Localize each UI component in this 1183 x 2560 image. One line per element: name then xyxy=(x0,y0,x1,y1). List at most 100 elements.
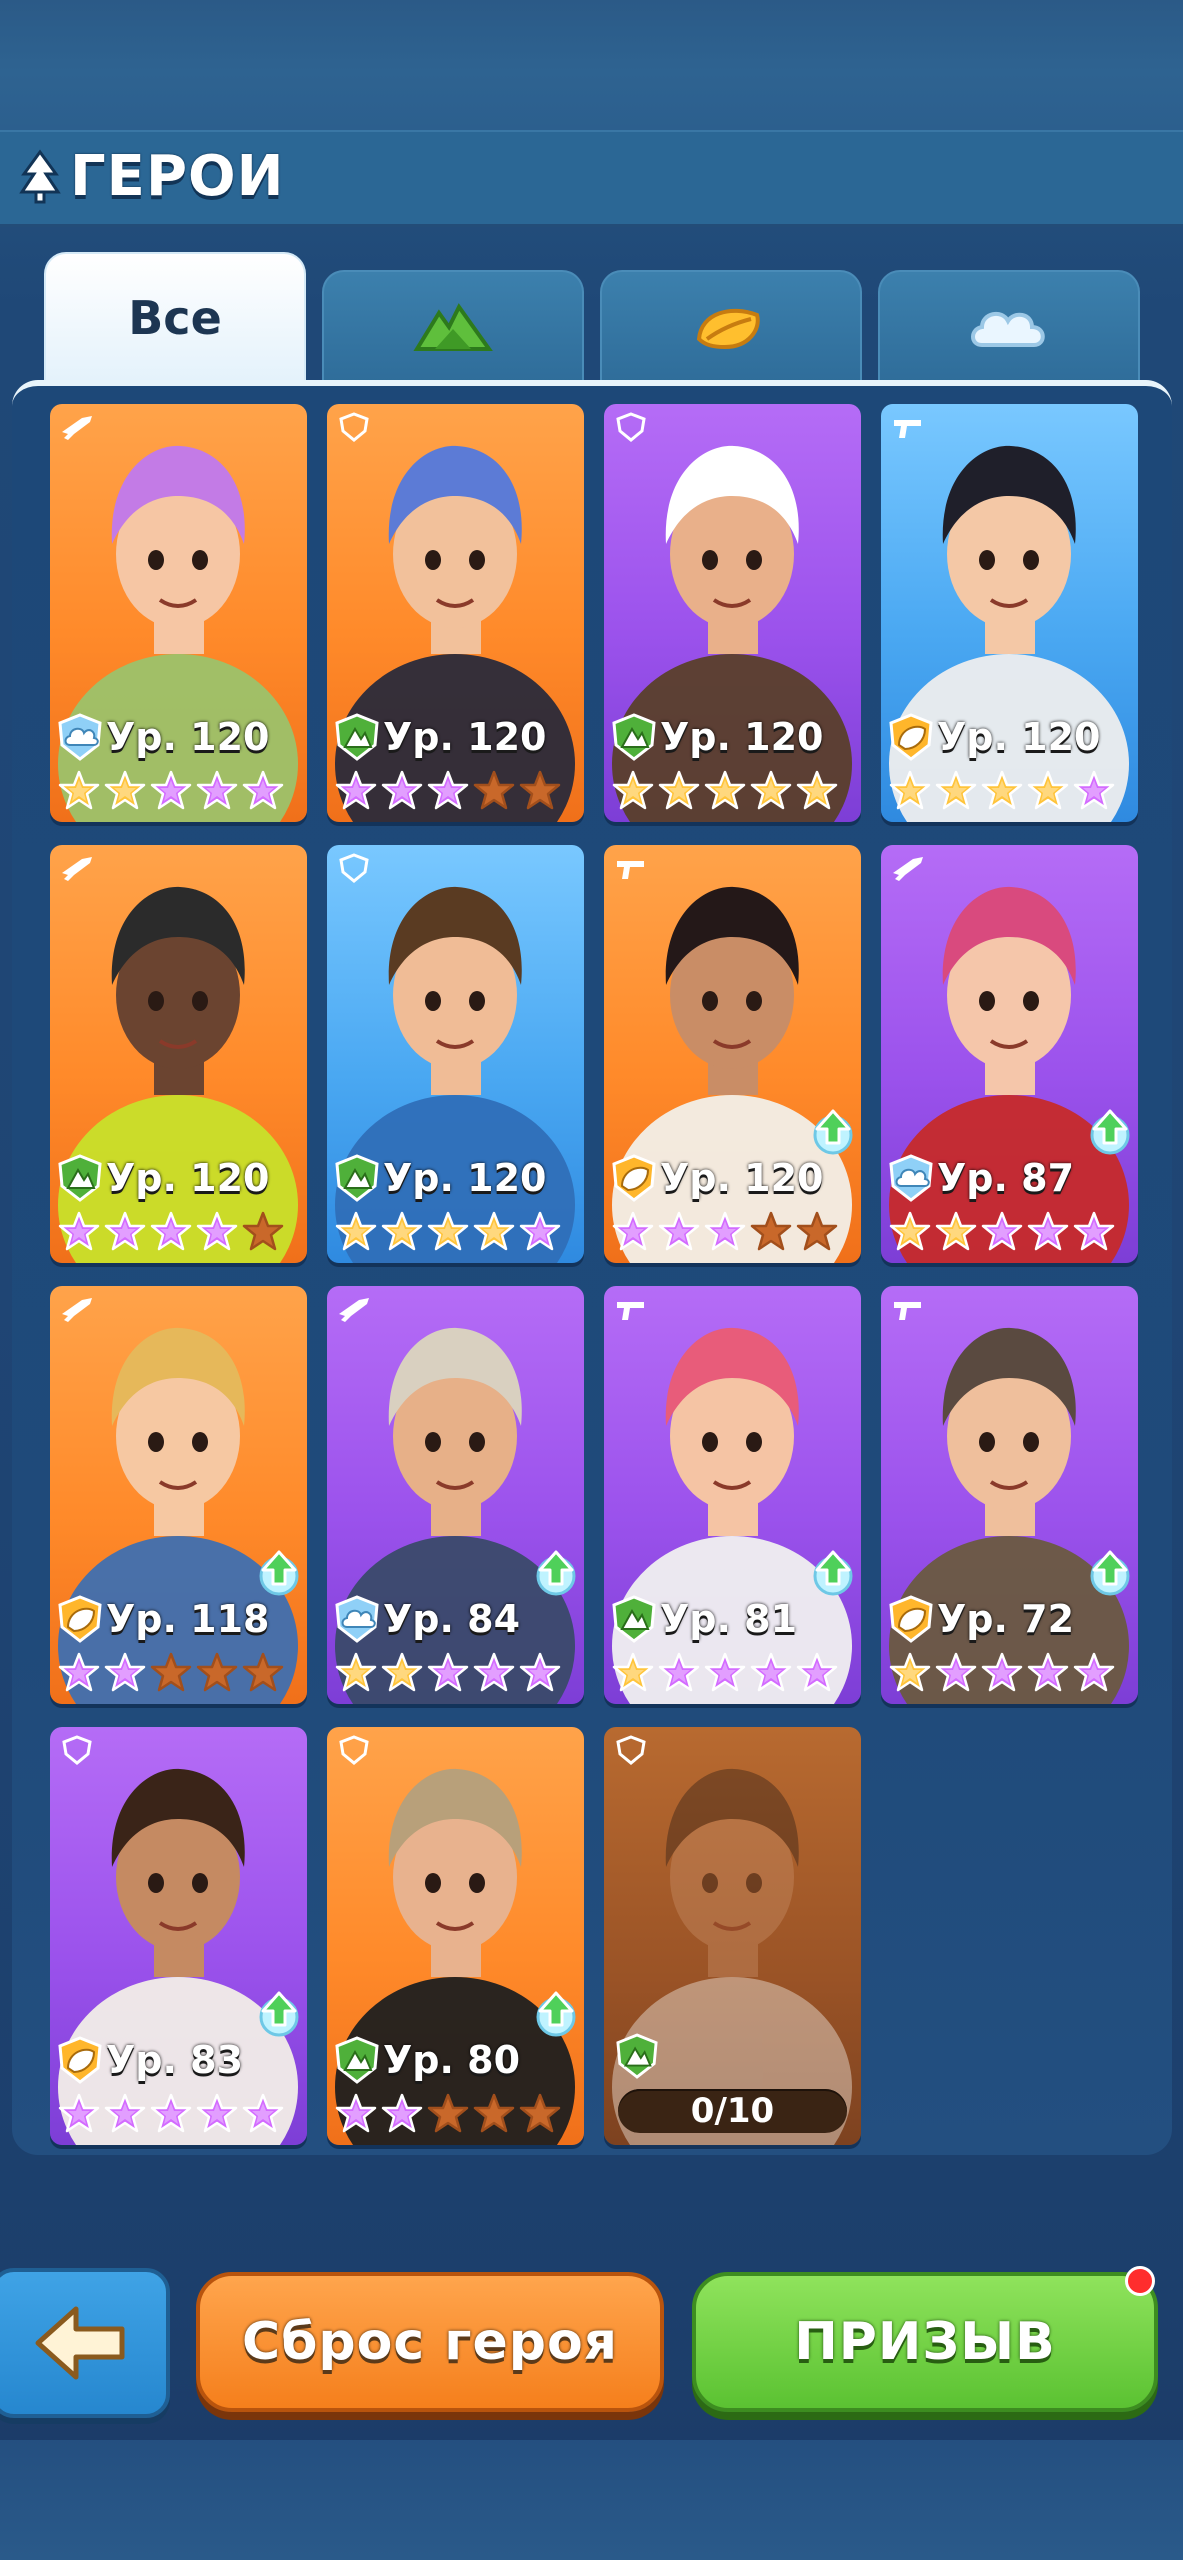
star-icon xyxy=(242,2093,284,2133)
star-icon xyxy=(935,1211,977,1251)
star-icon xyxy=(104,1652,146,1692)
hero-card[interactable]: Ур. 120 xyxy=(50,845,307,1263)
hero-level: Ур. 81 xyxy=(660,1597,798,1641)
star-icon xyxy=(473,1211,515,1251)
hero-card[interactable]: Ур. 87 xyxy=(881,845,1138,1263)
gun-role-icon xyxy=(339,1298,369,1322)
star-empty-icon xyxy=(427,2093,469,2133)
page-title: ГЕРОИ xyxy=(18,140,284,212)
hero-level-row: Ур. 120 xyxy=(612,1151,824,1205)
page-title-text: ГЕРОИ xyxy=(70,143,285,209)
hero-level-row: Ур. 120 xyxy=(889,710,1101,764)
hero-card[interactable]: Ур. 120 xyxy=(881,404,1138,822)
hero-stars xyxy=(335,2093,561,2135)
star-icon xyxy=(1073,1652,1115,1692)
cloud-element-icon xyxy=(889,1154,933,1202)
star-icon xyxy=(519,1211,561,1251)
star-icon xyxy=(104,1211,146,1251)
hero-card[interactable]: Ур. 120 xyxy=(327,845,584,1263)
shield-role-icon xyxy=(616,412,646,442)
reset-hero-button[interactable]: Сброс героя xyxy=(196,2272,664,2412)
star-icon xyxy=(427,770,469,810)
hero-level: Ур. 80 xyxy=(383,2038,521,2082)
star-icon xyxy=(519,1652,561,1692)
leaf-element-icon xyxy=(889,1595,933,1643)
hero-level: Ур. 87 xyxy=(937,1156,1075,1200)
shard-count: 0/10 xyxy=(690,2091,775,2131)
star-icon xyxy=(335,1211,377,1251)
mountain-element-icon xyxy=(335,2036,379,2084)
hero-level-row: Ур. 83 xyxy=(58,2033,243,2087)
hero-card[interactable]: Ур. 83 xyxy=(50,1727,307,2145)
star-icon xyxy=(335,2093,377,2133)
hero-level-row: Ур. 72 xyxy=(889,1592,1074,1646)
tab-mountain[interactable] xyxy=(322,270,584,382)
star-icon xyxy=(704,1652,746,1692)
hero-stars xyxy=(335,1652,561,1694)
hero-portrait xyxy=(604,1727,861,2145)
hero-card[interactable]: Ур. 118 xyxy=(50,1286,307,1704)
arrow-left-icon xyxy=(35,2306,125,2380)
hero-card[interactable]: Ур. 120 xyxy=(604,845,861,1263)
star-icon xyxy=(335,1652,377,1692)
hero-level-row: Ур. 87 xyxy=(889,1151,1074,1205)
star-icon xyxy=(150,1211,192,1251)
mountain-element-icon xyxy=(58,1154,102,1202)
star-icon xyxy=(750,1652,792,1692)
shield-role-icon xyxy=(339,412,369,442)
hero-level: Ур. 118 xyxy=(106,1597,270,1641)
back-button[interactable] xyxy=(0,2268,170,2418)
upgrade-available-icon xyxy=(536,1550,576,1596)
hero-card[interactable]: Ур. 120 xyxy=(604,404,861,822)
hero-level: Ур. 120 xyxy=(383,715,547,759)
hero-level: Ур. 84 xyxy=(383,1597,521,1641)
star-icon xyxy=(796,770,838,810)
star-icon xyxy=(427,1652,469,1692)
hero-stars xyxy=(889,1211,1115,1253)
hero-stars xyxy=(58,770,284,812)
hero-level-row: Ур. 120 xyxy=(612,710,824,764)
hero-stars xyxy=(58,2093,284,2135)
star-icon xyxy=(704,770,746,810)
hero-card[interactable]: Ур. 84 xyxy=(327,1286,584,1704)
tab-all[interactable]: Все xyxy=(44,252,306,382)
star-icon xyxy=(612,1652,654,1692)
hero-level: Ур. 120 xyxy=(383,1156,547,1200)
star-icon xyxy=(658,770,700,810)
hero-level-row: Ур. 80 xyxy=(335,2033,520,2087)
star-icon xyxy=(104,770,146,810)
upgrade-available-icon xyxy=(259,1991,299,2037)
hero-level: Ур. 83 xyxy=(106,2038,244,2082)
cloud-icon xyxy=(971,311,1045,347)
star-icon xyxy=(335,770,377,810)
star-icon xyxy=(58,770,100,810)
tab-leaf[interactable] xyxy=(600,270,862,382)
locked-hero-card[interactable]: 0/10 xyxy=(604,1727,861,2145)
hero-level-row: Ур. 120 xyxy=(58,710,270,764)
gun-role-icon xyxy=(893,857,923,881)
star-icon xyxy=(381,770,423,810)
hero-card[interactable]: Ур. 81 xyxy=(604,1286,861,1704)
pistol-role-icon xyxy=(894,1302,921,1320)
tree-icon xyxy=(19,149,61,204)
summon-button[interactable]: ПРИЗЫВ xyxy=(692,2272,1158,2412)
star-empty-icon xyxy=(242,1652,284,1692)
cloud-element-icon xyxy=(335,1595,379,1643)
hero-level: Ур. 120 xyxy=(106,715,270,759)
star-icon xyxy=(658,1211,700,1251)
upgrade-available-icon xyxy=(259,1550,299,1596)
filter-tabs: Все xyxy=(44,252,1140,382)
star-empty-icon xyxy=(242,1211,284,1251)
tab-cloud[interactable] xyxy=(878,270,1140,382)
star-icon xyxy=(796,1652,838,1692)
star-icon xyxy=(58,1211,100,1251)
star-empty-icon xyxy=(750,1211,792,1251)
hero-card[interactable]: Ур. 120 xyxy=(327,404,584,822)
hero-card[interactable]: Ур. 80 xyxy=(327,1727,584,2145)
star-empty-icon xyxy=(196,1652,238,1692)
hero-card[interactable]: Ур. 72 xyxy=(881,1286,1138,1704)
upgrade-available-icon xyxy=(813,1550,853,1596)
hero-card[interactable]: Ур. 120 xyxy=(50,404,307,822)
star-icon xyxy=(150,2093,192,2133)
star-icon xyxy=(981,1211,1023,1251)
